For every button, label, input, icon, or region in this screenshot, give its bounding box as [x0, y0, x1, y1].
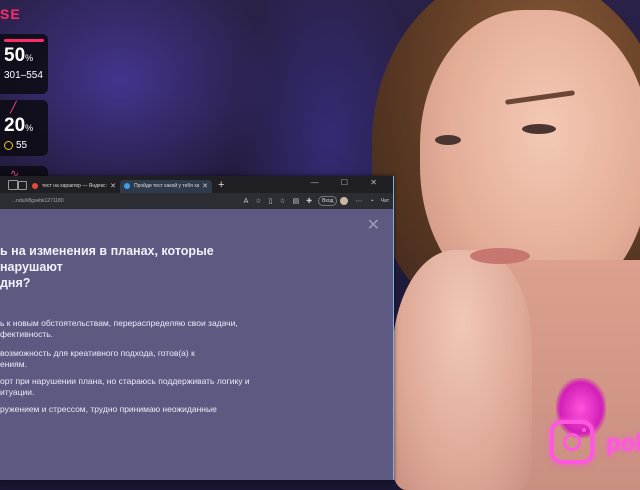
- close-icon[interactable]: ✕: [367, 215, 380, 235]
- site-favicon-icon: [124, 183, 130, 189]
- instagram-handle: pol: [606, 430, 640, 457]
- person-lips: [470, 248, 530, 264]
- extensions-icon[interactable]: ✚: [306, 197, 312, 205]
- favorite-star-icon[interactable]: ☆: [255, 197, 261, 205]
- close-tab-icon[interactable]: ✕: [202, 182, 208, 190]
- window-controls[interactable]: — ☐ ✕: [311, 178, 387, 187]
- stream-logo: SE: [0, 6, 21, 22]
- goal-tokens: 55: [4, 139, 48, 152]
- answer-option-1[interactable]: ь к новым обстоятельствам, перераспредел…: [0, 318, 250, 340]
- address-bar: ...ndu/i/8gsebk1271180 A ☆ ▯ ☆ ▤ ✚ Вход …: [0, 193, 393, 209]
- instagram-icon: [550, 420, 594, 464]
- person-eye-right: [522, 124, 556, 134]
- coin-icon: [4, 140, 13, 150]
- favorites-icon[interactable]: ☆: [279, 197, 285, 205]
- instagram-overlay: pol: [548, 370, 640, 480]
- new-tab-button[interactable]: +: [218, 179, 224, 191]
- split-screen-icon[interactable]: ▯: [269, 197, 273, 205]
- stairs-icon: ╱: [10, 102, 17, 114]
- tab-yandex-search[interactable]: тест на характер — Яндекс: нашл ✕: [28, 180, 120, 193]
- goal-percent: 50%: [4, 45, 34, 66]
- answer-option-3[interactable]: орт при нарушении плана, но стараюсь под…: [0, 376, 250, 398]
- goal-widget-2: ╱ 20% 55: [0, 100, 48, 156]
- goal-range: 301–554: [4, 70, 43, 81]
- yandex-favicon-icon: [32, 183, 38, 189]
- more-menu-icon[interactable]: ⋯: [355, 197, 362, 205]
- quiz-page: ✕ ь на изменения в планах, которые наруш…: [0, 209, 392, 480]
- close-tab-icon[interactable]: ✕: [110, 182, 116, 190]
- tokens-bar-icon: [4, 39, 44, 42]
- url-field[interactable]: ...ndu/i/8gsebk1271180: [4, 196, 237, 206]
- avatar[interactable]: [340, 197, 349, 205]
- copilot-icon[interactable]: ◔: [369, 198, 373, 205]
- tab-character-test[interactable]: Пройди тест какой у тебя харак ✕: [120, 179, 212, 193]
- person-eye-left: [435, 135, 461, 145]
- answer-option-2[interactable]: возможность для креативного подхода, гот…: [0, 348, 250, 370]
- signin-button[interactable]: Вход: [318, 196, 338, 206]
- workspaces-icon[interactable]: [8, 180, 18, 190]
- goal-percent: 20%: [4, 115, 34, 136]
- collections-icon[interactable]: ▤: [293, 197, 300, 205]
- tab-bar: тест на характер — Яндекс: нашл ✕ Пройди…: [0, 176, 393, 193]
- person-hand: [392, 250, 532, 490]
- goal-widget-1: 50% 301–554: [0, 34, 48, 94]
- answer-option-4[interactable]: ружением и стрессом, трудно принимаю нео…: [0, 404, 250, 415]
- browser-window: тест на характер — Яндекс: нашл ✕ Пройди…: [0, 176, 394, 480]
- reader-icon[interactable]: A: [244, 198, 249, 205]
- tab-actions-icon[interactable]: [18, 181, 27, 190]
- quiz-question: ь на изменения в планах, которые нарушаю…: [0, 244, 214, 290]
- chat-button[interactable]: Чат: [381, 198, 389, 204]
